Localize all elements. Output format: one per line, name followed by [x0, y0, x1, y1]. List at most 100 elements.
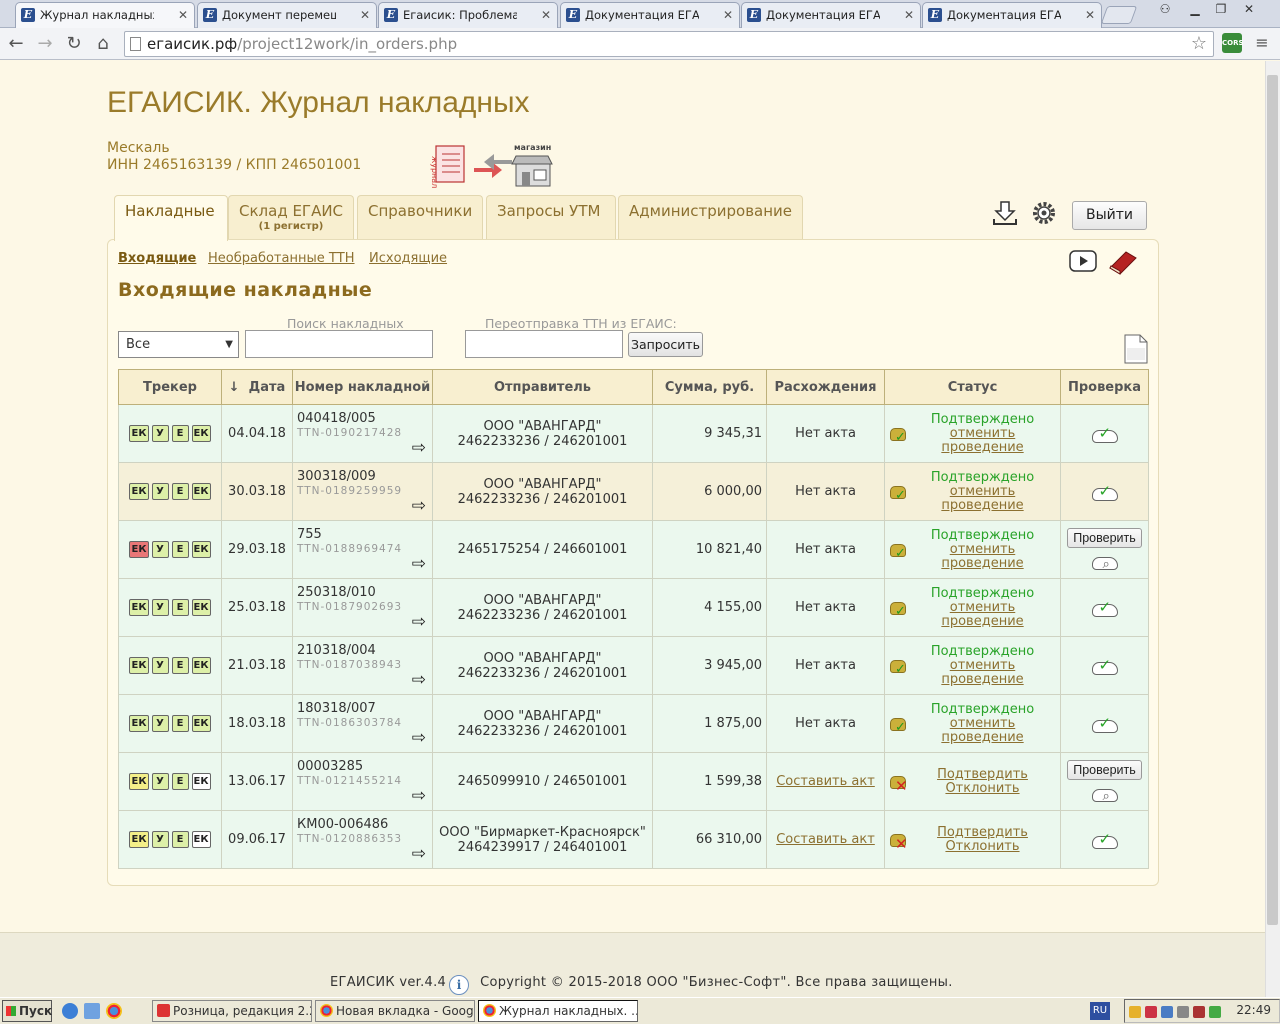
verify-button[interactable]: Проверить [1067, 760, 1142, 780]
cors-extension-icon[interactable]: CORS [1222, 33, 1244, 53]
user-icon[interactable]: ⚇ [1152, 0, 1178, 18]
column-header-discrepancies[interactable]: Расхождения [766, 369, 885, 405]
address-bar[interactable]: егаисик.рф/project12work/in_orders.php ☆ [124, 31, 1214, 57]
tracker-badge[interactable]: ЕК [129, 425, 149, 442]
column-header-date[interactable]: ↓ Дата [221, 369, 293, 405]
download-icon[interactable] [991, 199, 1019, 227]
tracker-badge[interactable]: У [151, 541, 169, 558]
tracker-badge[interactable]: Е [171, 541, 189, 558]
tracker-badge[interactable]: ЕК [191, 425, 211, 442]
table-row[interactable]: ЕК У Е ЕК 21.03.18 210318/004 TTN-0187038943 ⇨ О… [118, 636, 1149, 695]
taskbar-item-1c[interactable]: Розница, редакция 2.2 ... [152, 1000, 312, 1022]
arrow-right-icon[interactable]: ⇨ [412, 612, 426, 632]
column-header-check[interactable]: Проверка [1060, 369, 1149, 405]
tracker-badge[interactable]: ЕК [129, 483, 149, 500]
cloud-check-icon[interactable]: ✓ [1090, 656, 1120, 676]
invoice-number[interactable]: 300318/009 [297, 469, 376, 484]
arrow-right-icon[interactable]: ⇨ [412, 728, 426, 748]
cloud-check-icon[interactable]: ✓ [1090, 482, 1120, 502]
chrome-quicklaunch-icon[interactable] [106, 1003, 122, 1019]
cloud-check-icon[interactable]: ✓ [1090, 714, 1120, 734]
tracker-badge[interactable]: У [151, 599, 169, 616]
cancel-posting-link[interactable]: отменить проведение [909, 716, 1056, 745]
taskbar-item-new-tab[interactable]: Новая вкладка - Google... [315, 1000, 475, 1022]
tracker-badge[interactable]: ЕК [191, 715, 211, 732]
close-icon[interactable]: ✕ [1085, 3, 1095, 27]
invoice-number[interactable]: 210318/004 [297, 643, 376, 658]
close-icon[interactable]: ✕ [904, 3, 914, 27]
tracker-badge[interactable]: У [151, 483, 169, 500]
tab-egais-stock[interactable]: Склад ЕГАИС (1 регистр) [228, 195, 354, 240]
tracker-badge[interactable]: Е [171, 715, 189, 732]
invoice-number[interactable]: 040418/005 [297, 411, 376, 426]
invoice-number[interactable]: 180318/007 [297, 701, 376, 716]
subtab-unprocessed-ttn[interactable]: Необработанные ТТН [208, 251, 355, 266]
tray-monitor-icon[interactable] [1177, 1006, 1189, 1018]
new-tab-button[interactable] [1100, 6, 1138, 24]
restore-icon[interactable]: ❐ [1208, 0, 1234, 18]
browser-tab-4[interactable]: E Документация ЕГАИСИК ✕ [560, 2, 740, 28]
tracker-badge[interactable]: У [151, 831, 169, 848]
tracker-badge[interactable]: У [151, 425, 169, 442]
search-input[interactable] [245, 330, 433, 358]
tab-invoices[interactable]: Накладные [114, 195, 228, 241]
tab-references[interactable]: Справочники [357, 195, 483, 240]
arrow-right-icon[interactable]: ⇨ [412, 670, 426, 690]
info-icon[interactable]: i [449, 975, 469, 995]
resend-ttn-input[interactable] [465, 330, 623, 358]
invoice-number[interactable]: 755 [297, 527, 322, 542]
table-row[interactable]: ЕК У Е ЕК 18.03.18 180318/007 TTN-0186303784 ⇨ О… [118, 694, 1149, 753]
taskbar-item-journal[interactable]: Журнал накладных. ... [478, 1000, 638, 1022]
bookmark-star-icon[interactable]: ☆ [1191, 32, 1207, 56]
table-row[interactable]: ЕК У Е ЕК 25.03.18 250318/010 TTN-0187902693 ⇨ О… [118, 578, 1149, 637]
browser-tab-1[interactable]: E Журнал накладных. Вхо ✕ [15, 2, 195, 29]
column-header-sender[interactable]: Отправитель [432, 369, 653, 405]
table-row[interactable]: ЕК У Е ЕК 13.06.17 00003285 TTN-0121455214 ⇨ 246… [118, 752, 1149, 811]
table-row[interactable]: ЕК У Е ЕК 30.03.18 300318/009 TTN-0189259959 ⇨ О… [118, 462, 1149, 521]
tracker-badge[interactable]: Е [171, 599, 189, 616]
tray-1c-icon[interactable] [1129, 1006, 1141, 1018]
cloud-check-icon[interactable]: ✓ [1090, 830, 1120, 850]
tracker-badge[interactable]: Е [171, 831, 189, 848]
table-row[interactable]: ЕК У Е ЕК 04.04.18 040418/005 TTN-0190217428 ⇨ О… [118, 404, 1149, 463]
declaration-file-icon[interactable] [1123, 334, 1149, 364]
tray-volume-icon[interactable] [1209, 1006, 1221, 1018]
tracker-badge[interactable]: ЕК [129, 541, 149, 558]
cloud-check-icon[interactable]: ✓ [1090, 598, 1120, 618]
ie-quicklaunch-icon[interactable] [62, 1003, 78, 1019]
cancel-posting-link[interactable]: отменить проведение [909, 658, 1056, 687]
cancel-posting-link[interactable]: отменить проведение [909, 600, 1056, 629]
tab-utm-requests[interactable]: Запросы УТМ [486, 195, 616, 240]
create-act-link[interactable]: Составить акт [776, 774, 875, 789]
close-icon[interactable]: ✕ [178, 3, 188, 27]
arrow-right-icon[interactable]: ⇨ [412, 496, 426, 516]
arrow-right-icon[interactable]: ⇨ [412, 554, 426, 574]
cancel-posting-link[interactable]: отменить проведение [909, 542, 1056, 571]
verify-button[interactable]: Проверить [1067, 528, 1142, 548]
forward-arrow-icon[interactable]: → [33, 32, 57, 56]
invoice-number[interactable]: КМ00-006486 [297, 817, 388, 832]
video-play-icon[interactable] [1069, 250, 1097, 272]
browser-tab-3[interactable]: E Егаисик: Проблема со во ✕ [378, 2, 558, 28]
browser-tab-5[interactable]: E Документация ЕГАИСИК ✕ [741, 2, 921, 28]
gear-icon[interactable] [1030, 199, 1058, 227]
tracker-badge[interactable]: У [151, 773, 169, 790]
status-filter-select[interactable]: Все ▼ [118, 331, 239, 358]
logout-button[interactable]: Выйти [1072, 201, 1147, 230]
explorer-quicklaunch-icon[interactable] [84, 1003, 100, 1019]
invoice-number[interactable]: 00003285 [297, 759, 363, 774]
reject-link[interactable]: Отклонить [909, 839, 1056, 854]
tracker-badge[interactable]: ЕК [191, 541, 211, 558]
tracker-badge[interactable]: ЕК [129, 715, 149, 732]
column-header-sum[interactable]: Сумма, руб. [652, 369, 767, 405]
column-header-status[interactable]: Статус [884, 369, 1061, 405]
manual-book-icon[interactable] [1106, 248, 1138, 276]
window-close-icon[interactable]: ✕ [1236, 0, 1262, 18]
cancel-posting-link[interactable]: отменить проведение [909, 426, 1056, 455]
create-act-link[interactable]: Составить акт [776, 832, 875, 847]
tray-security-icon[interactable] [1193, 1006, 1205, 1018]
subtab-incoming[interactable]: Входящие [118, 251, 196, 266]
tracker-badge[interactable]: ЕК [129, 831, 149, 848]
reject-link[interactable]: Отклонить [909, 781, 1056, 796]
close-icon[interactable]: ✕ [360, 3, 370, 27]
